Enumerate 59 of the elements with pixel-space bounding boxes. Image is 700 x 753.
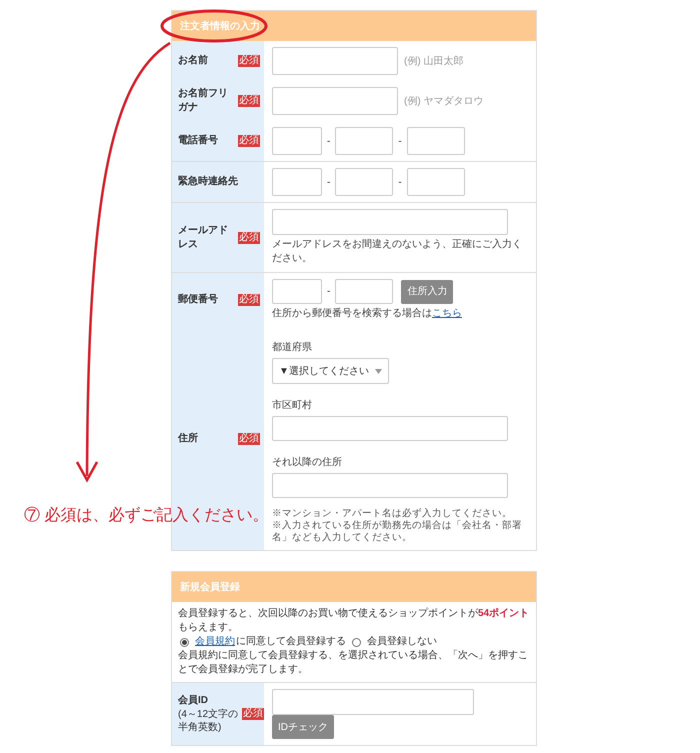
input-field[interactable] [272,473,508,498]
select-dropdown[interactable]: ▼選択してください [272,358,389,384]
input-field[interactable] [272,416,508,441]
separator-text: - [326,285,332,299]
field-label: 都道府県 [272,341,313,354]
link[interactable]: 会員規約 [195,635,235,649]
field-label: メールアドレス [178,224,228,252]
annotation-text: ⑦ 必須は、必ずご記入ください。 [24,506,268,526]
required-badge: 必須 [238,135,260,147]
input-field[interactable] [406,168,465,196]
field-label: 市区町村 [272,399,313,412]
input-field[interactable] [406,127,465,155]
separator-text: - [397,134,403,148]
input-field[interactable] [335,127,394,155]
link[interactable]: こちら [432,308,462,319]
note-text: ※入力されている住所が勤務先の場合は「会社名・部署名」なども入力してください。 [272,520,523,544]
section-title: 新規会員登録 [180,580,240,594]
help-text: 住所から郵便番号を検索する場合はこちら [272,306,463,321]
radio-button[interactable] [180,638,189,646]
field-hint: (4～12文字の半角英数) [178,708,240,734]
required-badge: 必須 [238,232,260,244]
required-badge: 必須 [238,432,260,444]
example-text: (例) ヤマダタロウ [404,94,484,108]
field-label: お名前 [178,54,209,68]
required-badge: 必須 [242,708,264,720]
caret-icon [374,368,382,374]
required-badge: 必須 [238,294,260,306]
input-field[interactable] [272,689,474,715]
input-field[interactable] [272,279,322,304]
input-field[interactable] [272,209,508,235]
input-field[interactable] [335,279,394,304]
input-field[interactable] [272,168,322,196]
field-label: お名前フリガナ [178,87,228,115]
note-text: ※マンション・アパート名は必ず入力してください。 [272,508,513,520]
intro-text: 会員登録すると、次回以降のお買い物で使えるショップポイントが54ポイントもらえます。 [178,607,530,635]
section-title: 注文者情報の入力 [180,19,260,34]
radio-label: 会員登録しない [367,635,437,649]
required-badge: 必須 [238,55,260,67]
field-label: 住所 [178,432,199,446]
button[interactable]: IDチェック [272,715,334,739]
separator-text: - [326,176,332,190]
input-field[interactable] [272,87,398,115]
input-field[interactable] [335,168,394,196]
field-label: 緊急時連絡先 [178,175,239,189]
radio-button[interactable] [352,638,361,646]
input-field[interactable] [272,127,322,155]
separator-text: - [326,134,332,148]
required-badge: 必須 [238,95,260,107]
field-label: 郵便番号 [178,293,219,307]
example-text: (例) 山田太郎 [404,54,464,68]
help-text: メールアドレスをお間違えのないよう、正確にご入力ください。 [272,238,523,266]
field-label: 電話番号 [178,134,219,148]
field-label: 会員ID [178,694,209,708]
input-field[interactable] [272,47,398,75]
button[interactable]: 住所入力 [401,280,454,304]
note-text: 会員規約に同意して会員登録する、を選択されている場合、「次へ」を押すことで会員登録が完了します。 [178,649,529,677]
field-label: それ以降の住所 [272,456,343,469]
radio-label: に同意して会員登録する [236,635,346,649]
separator-text: - [397,176,403,190]
